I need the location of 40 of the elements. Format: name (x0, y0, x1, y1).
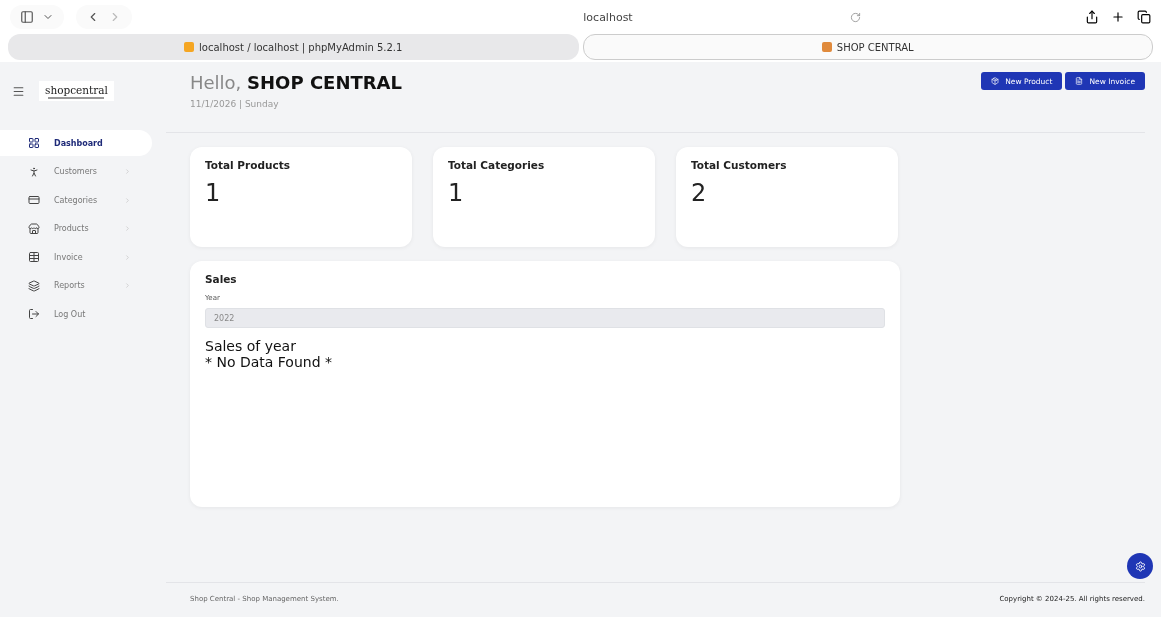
logo: shopcentral (39, 81, 114, 101)
empty-message: * No Data Found * (205, 354, 334, 370)
sidebar-item[interactable]: Categories (0, 187, 152, 213)
sales-title: Sales (205, 273, 238, 285)
package-icon (991, 77, 1000, 85)
share-icon[interactable] (1085, 10, 1099, 24)
sidebar-item[interactable]: Log Out (0, 301, 152, 327)
greeting: Hello, SHOP CENTRAL (190, 72, 402, 93)
tabs-icon[interactable] (1137, 10, 1151, 24)
date-text: 11/1/2026 | Sunday (190, 99, 280, 109)
layers-icon (28, 279, 40, 292)
sidebar-item[interactable]: Reports (0, 272, 152, 299)
favicon-icon (821, 42, 832, 52)
menu-icon[interactable] (12, 84, 25, 98)
chart-title: Sales of year (205, 338, 297, 354)
store-icon (28, 222, 40, 235)
stat-value: 2 (691, 179, 708, 207)
sidebar-item[interactable]: Invoice (0, 244, 152, 270)
sidebar-item[interactable]: Products (0, 215, 152, 242)
stat-label: Total Products (205, 159, 291, 171)
stat-value: 1 (448, 179, 465, 207)
browser-tab[interactable]: SHOP CENTRAL (582, 34, 1153, 60)
sidebar-toggle-button[interactable] (10, 5, 64, 29)
browser-tab[interactable]: localhost / localhost | phpMyAdmin 5.2.1 (8, 34, 579, 60)
gear-icon (1134, 560, 1146, 572)
settings-button[interactable] (1127, 553, 1153, 579)
stat-label: Total Customers (691, 159, 788, 171)
table-icon (28, 251, 40, 263)
favicon-icon (184, 42, 195, 52)
grid-icon (28, 137, 40, 149)
logout-icon (28, 308, 40, 320)
document-icon (1075, 77, 1084, 85)
person-icon (28, 165, 40, 178)
sidebar-icon (20, 10, 34, 24)
sidebar-item[interactable]: Dashboard (0, 130, 152, 156)
new-tab-icon[interactable] (1111, 10, 1125, 24)
sidebar-item[interactable]: Customers (0, 158, 152, 185)
stat-value: 1 (205, 179, 222, 207)
stat-label: Total Categories (448, 159, 546, 171)
card-icon (28, 194, 40, 206)
